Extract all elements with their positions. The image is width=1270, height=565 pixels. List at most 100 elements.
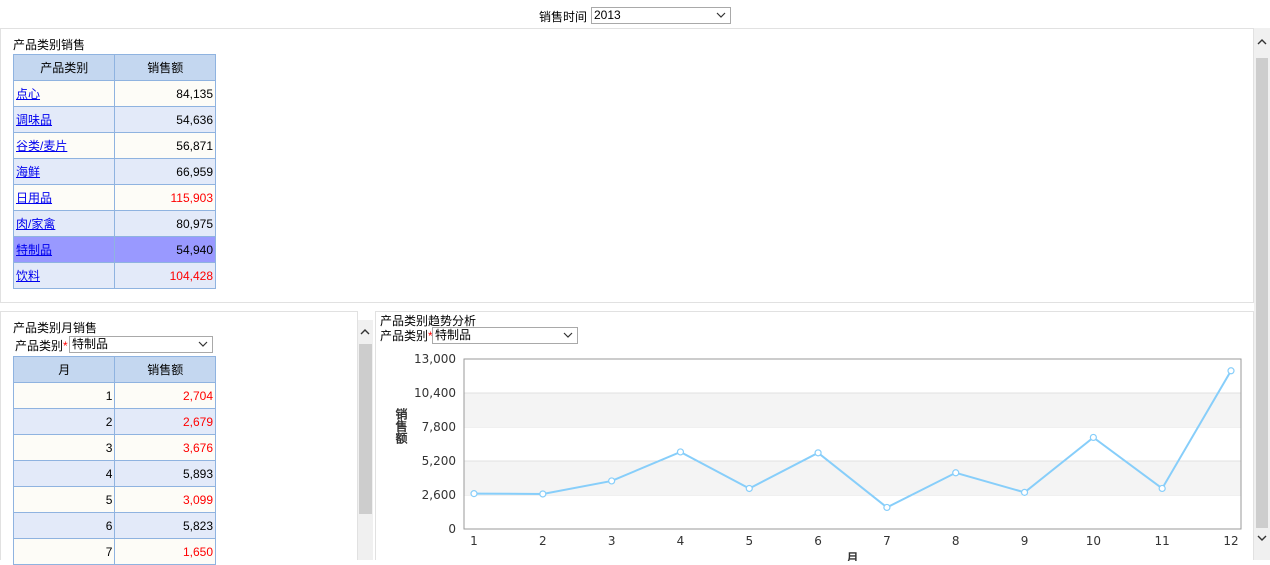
data-point: [814, 449, 822, 457]
x-tick-label: 3: [608, 534, 616, 548]
category-cell: 调味品: [12, 106, 116, 133]
page-scrollbar[interactable]: [1254, 28, 1270, 560]
sales-value-cell: 3,676: [114, 434, 216, 461]
category-link[interactable]: 饮料: [16, 269, 40, 283]
sales-value-cell: 66,959: [114, 158, 216, 185]
category-link[interactable]: 肉/家禽: [16, 217, 55, 231]
chevron-up-icon[interactable]: [360, 328, 370, 336]
monthly-scrollbar[interactable]: [358, 320, 373, 560]
category-cell: 海鲜: [12, 158, 116, 185]
data-point: [608, 477, 616, 485]
table-row[interactable]: 特制品 54,940: [12, 236, 216, 263]
category-sales-table: 产品类别 销售额 点心 84,135 调味品 54,636 谷类/麦片 56,871 海鲜 6…: [12, 54, 216, 289]
column-header-sales: 销售额: [114, 356, 216, 383]
category-link[interactable]: 谷类/麦片: [16, 139, 67, 153]
page-scrollbar-thumb[interactable]: [1256, 58, 1268, 528]
x-tick-label: 4: [677, 534, 685, 548]
category-cell: 点心: [12, 80, 116, 107]
month-cell: 6: [12, 512, 116, 539]
column-header-month: 月: [12, 356, 116, 383]
y-tick-label: 2,600: [422, 488, 456, 502]
monthly-sales-table: 月 销售额 1 2,704 2 2,679 3 3,676 4 5,893 5 3,099 6 5,8…: [12, 356, 216, 565]
category-sales-panel: 产品类别销售 产品类别 销售额 点心 84,135 调味品 54,636 谷类/麦片 56…: [0, 28, 1254, 303]
trend-panel: 产品类别趋势分析 产品类别* 特制品 0 2,600 5,200 7,800 10,40…: [375, 311, 1254, 561]
x-tick-label: 9: [1021, 534, 1029, 548]
table-row[interactable]: 海鲜 66,959: [12, 158, 216, 185]
category-cell: 谷类/麦片: [12, 132, 116, 159]
category-cell: 肉/家禽: [12, 210, 116, 237]
month-cell: 3: [12, 434, 116, 461]
y-tick-label: 13,000: [414, 352, 456, 366]
sales-value-cell: 104,428: [114, 262, 216, 289]
monthly-category-select[interactable]: 特制品: [69, 336, 213, 353]
x-tick-label: 11: [1155, 534, 1170, 548]
top-filter-bar: 销售时间 2013: [0, 0, 1270, 28]
x-tick-label: 7: [883, 534, 891, 548]
table-row: 7 1,650: [12, 538, 216, 565]
monthly-scrollbar-thumb[interactable]: [359, 344, 372, 514]
sales-value-cell: 54,636: [114, 106, 216, 133]
sales-value-cell: 5,893: [114, 460, 216, 487]
trend-category-select[interactable]: 特制品: [432, 327, 578, 344]
data-point: [1089, 433, 1097, 442]
chevron-down-icon: [563, 332, 573, 338]
table-row[interactable]: 日用品 115,903: [12, 184, 216, 211]
category-cell: 日用品: [12, 184, 116, 211]
category-sales-title: 产品类别销售: [13, 38, 86, 52]
data-point: [1020, 488, 1029, 496]
x-tick-label: 1: [470, 534, 478, 548]
x-tick-label: 2: [539, 534, 547, 548]
data-point: [1227, 367, 1235, 375]
x-tick-label: 6: [814, 534, 822, 548]
sales-time-select[interactable]: 2013: [591, 7, 731, 24]
table-row: 2 2,679: [12, 408, 216, 435]
sales-value-cell: 2,679: [114, 408, 216, 435]
data-point: [883, 503, 891, 512]
sales-value-cell: 56,871: [114, 132, 216, 159]
table-row: 1 2,704: [12, 382, 216, 409]
month-cell: 5: [12, 486, 116, 513]
data-point: [676, 448, 685, 456]
category-link[interactable]: 日用品: [16, 191, 52, 205]
data-point: [745, 484, 753, 493]
month-cell: 1: [12, 382, 116, 409]
y-tick-label: 10,400: [414, 386, 456, 400]
column-header-category: 产品类别: [12, 54, 116, 81]
table-row[interactable]: 谷类/麦片 56,871: [12, 132, 216, 159]
category-link[interactable]: 特制品: [16, 243, 52, 257]
category-link[interactable]: 海鲜: [16, 165, 40, 179]
table-row[interactable]: 肉/家禽 80,975: [12, 210, 216, 237]
y-tick-label: 7,800: [422, 420, 456, 434]
chevron-down-icon: [716, 12, 726, 18]
data-point: [1158, 484, 1166, 493]
sales-value-cell: 3,099: [114, 486, 216, 513]
category-link[interactable]: 点心: [16, 87, 40, 101]
x-tick-label: 10: [1086, 534, 1101, 548]
sales-value-cell: 84,135: [114, 80, 216, 107]
plot-frame: [463, 358, 1242, 530]
sales-time-label: 销售时间: [539, 10, 588, 24]
y-tick-label: 5,200: [422, 454, 456, 468]
table-row: 4 5,893: [12, 460, 216, 487]
month-cell: 7: [12, 538, 116, 565]
category-cell: 饮料: [12, 262, 116, 289]
table-row[interactable]: 饮料 104,428: [12, 262, 216, 289]
chevron-down-icon[interactable]: [1257, 534, 1267, 542]
sales-value-cell: 2,704: [114, 382, 216, 409]
y-tick-label: 0: [448, 522, 456, 536]
category-link[interactable]: 调味品: [16, 113, 52, 127]
table-row[interactable]: 点心 84,135: [12, 80, 216, 107]
x-tick-label: 12: [1223, 534, 1238, 548]
sales-value-cell: 5,823: [114, 512, 216, 539]
month-cell: 4: [12, 460, 116, 487]
sales-value-cell: 54,940: [114, 236, 216, 263]
x-tick-label: 8: [952, 534, 960, 548]
category-cell: 特制品: [12, 236, 116, 263]
monthly-sales-title: 产品类别月销售: [13, 321, 98, 335]
data-point: [539, 490, 547, 498]
data-point: [470, 490, 478, 498]
monthly-category-label: 产品类别*: [15, 339, 68, 353]
chevron-up-icon[interactable]: [1257, 38, 1267, 46]
table-row[interactable]: 调味品 54,636: [12, 106, 216, 133]
trend-category-value: 特制品: [435, 328, 472, 342]
